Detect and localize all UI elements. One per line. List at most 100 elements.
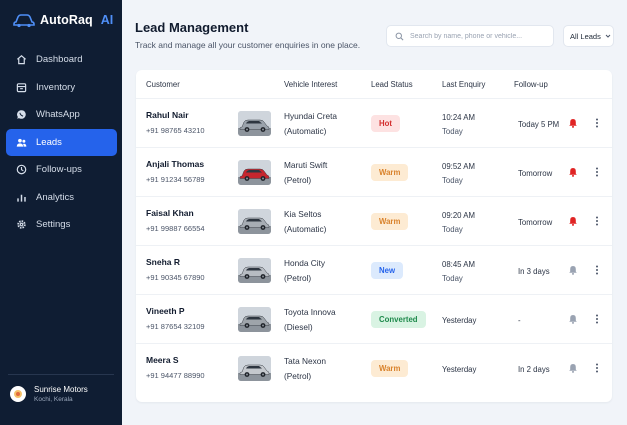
bell-icon[interactable] [568, 167, 578, 177]
customer-name: Vineeth P [146, 306, 185, 316]
search-box[interactable] [386, 25, 554, 47]
vehicle-model: Maruti Swift [284, 160, 328, 170]
sidebar-item-label: Leads [36, 136, 62, 148]
car-thumbnail [238, 209, 271, 234]
car-image [238, 209, 271, 234]
customer-phone: +91 90345 67890 [146, 273, 205, 282]
enquiry-day: Today [442, 127, 463, 136]
users-icon [16, 138, 27, 147]
sidebar-nav: Dashboard Inventory WhatsApp Leads Follo… [6, 46, 117, 239]
vehicle-model: Hyundai Creta [284, 111, 338, 121]
gear-icon [17, 220, 26, 229]
more-options-icon[interactable] [594, 264, 600, 276]
sidebar-item-analytics[interactable]: Analytics [6, 184, 117, 212]
page-title: Lead Management [135, 20, 249, 35]
status-badge: Warm [371, 213, 409, 230]
sidebar-item-label: Follow-ups [36, 164, 82, 176]
sidebar-item-label: Dashboard [36, 54, 83, 66]
status-badge: New [371, 262, 404, 279]
vehicle-model: Kia Seltos [284, 209, 322, 219]
column-header-customer[interactable]: Customer [146, 80, 180, 89]
search-input[interactable] [410, 32, 550, 40]
bell-icon[interactable] [568, 216, 578, 226]
enquiry-day: Today [442, 225, 463, 234]
brand-logo[interactable]: AutoRaq AI [13, 12, 113, 28]
sidebar-item-leads[interactable]: Leads [6, 128, 117, 156]
sidebar-item-label: Inventory [36, 81, 76, 93]
bell-icon[interactable] [568, 363, 578, 373]
follow-up-time: Tomorrow [518, 218, 553, 227]
customer-name: Faisal Khan [146, 208, 194, 218]
sidebar-item-label: Analytics [36, 191, 75, 203]
enquiry-time: 10:24 AM [442, 113, 475, 122]
more-options-icon[interactable] [594, 215, 600, 227]
car-thumbnail [238, 307, 271, 332]
column-header-status[interactable]: Lead Status [371, 80, 413, 89]
column-header-vehicle[interactable]: Vehicle Interest [284, 80, 337, 89]
table-row[interactable]: Faisal Khan +91 99887 66554 Kia Seltos (… [136, 196, 612, 245]
account-info: Sunrise Motors Kochi, Kerala [34, 385, 88, 403]
customer-name: Sneha R [146, 257, 181, 267]
sidebar-item-settings[interactable]: Settings [6, 211, 117, 239]
filter-label: All Leads [570, 31, 601, 41]
sidebar-item-whatsapp[interactable]: WhatsApp [6, 101, 117, 129]
column-header-follow-up[interactable]: Follow-up [514, 80, 548, 89]
sidebar-item-follow-ups[interactable]: Follow-ups [6, 156, 117, 184]
account-switcher[interactable]: Sunrise Motors Kochi, Kerala [8, 374, 114, 403]
bell-icon[interactable] [568, 314, 578, 324]
status-badge: Converted [371, 311, 426, 328]
table-row[interactable]: Rahul Nair +91 98765 43210 Hyundai Creta… [136, 98, 612, 147]
more-options-icon[interactable] [594, 362, 600, 374]
car-thumbnail [238, 356, 271, 381]
main-content: Lead Management Track and manage all you… [122, 0, 627, 425]
clock-icon [16, 164, 27, 175]
customer-phone: +91 87654 32109 [146, 322, 205, 331]
vehicle-variant: (Petrol) [284, 273, 312, 283]
whatsapp-icon [17, 110, 26, 120]
more-options-icon[interactable] [594, 166, 600, 178]
follow-up-time: In 2 days [518, 365, 550, 374]
car-image [238, 307, 271, 332]
car-image [238, 258, 271, 283]
car-image [238, 111, 271, 136]
status-badge: Hot [371, 115, 400, 132]
customer-name: Meera S [146, 355, 179, 365]
status-badge: Warm [371, 164, 409, 181]
account-location: Kochi, Kerala [34, 396, 73, 403]
vehicle-variant: (Petrol) [284, 175, 312, 185]
sidebar-item-label: WhatsApp [36, 109, 80, 121]
search-icon [395, 32, 404, 40]
vehicle-variant: (Automatic) [284, 126, 327, 136]
table-row[interactable]: Meera S +91 94477 88990 Tata Nexon (Petr… [136, 343, 612, 392]
enquiry-day: Yesterday [442, 316, 477, 325]
car-logo-icon [13, 14, 35, 28]
leads-filter-dropdown[interactable]: All Leads [563, 25, 614, 47]
table-row[interactable]: Vineeth P +91 87654 32109 Toyota Innova … [136, 294, 612, 343]
sidebar-item-inventory[interactable]: Inventory [6, 74, 117, 102]
enquiry-day: Today [442, 176, 463, 185]
customer-phone: +91 98765 43210 [146, 126, 205, 135]
vehicle-variant: (Petrol) [284, 371, 312, 381]
car-thumbnail [238, 258, 271, 283]
sidebar-item-dashboard[interactable]: Dashboard [6, 46, 117, 74]
enquiry-time: 09:52 AM [442, 162, 475, 171]
brand-name: AutoRaq [40, 13, 93, 27]
vehicle-variant: (Diesel) [284, 322, 313, 332]
follow-up-time: Today 5 PM [518, 120, 560, 129]
bell-icon[interactable] [568, 265, 578, 275]
table-row[interactable]: Sneha R +91 90345 67890 Honda City (Petr… [136, 245, 612, 294]
column-header-last-enquiry[interactable]: Last Enquiry [442, 80, 485, 89]
sidebar: AutoRaq AI Dashboard Inventory WhatsApp L… [0, 0, 122, 425]
analytics-icon [17, 194, 26, 202]
vehicle-model: Toyota Innova [284, 307, 336, 317]
customer-name: Rahul Nair [146, 110, 189, 120]
more-options-icon[interactable] [594, 117, 600, 129]
more-options-icon[interactable] [594, 313, 600, 325]
car-image [238, 356, 271, 381]
bell-icon[interactable] [568, 118, 578, 128]
status-badge: Warm [371, 360, 409, 377]
brand-suffix: AI [100, 13, 114, 27]
vehicle-model: Tata Nexon [284, 356, 326, 366]
chevron-down-icon [605, 34, 611, 38]
table-row[interactable]: Anjali Thomas +91 91234 56789 Maruti Swi… [136, 147, 612, 196]
